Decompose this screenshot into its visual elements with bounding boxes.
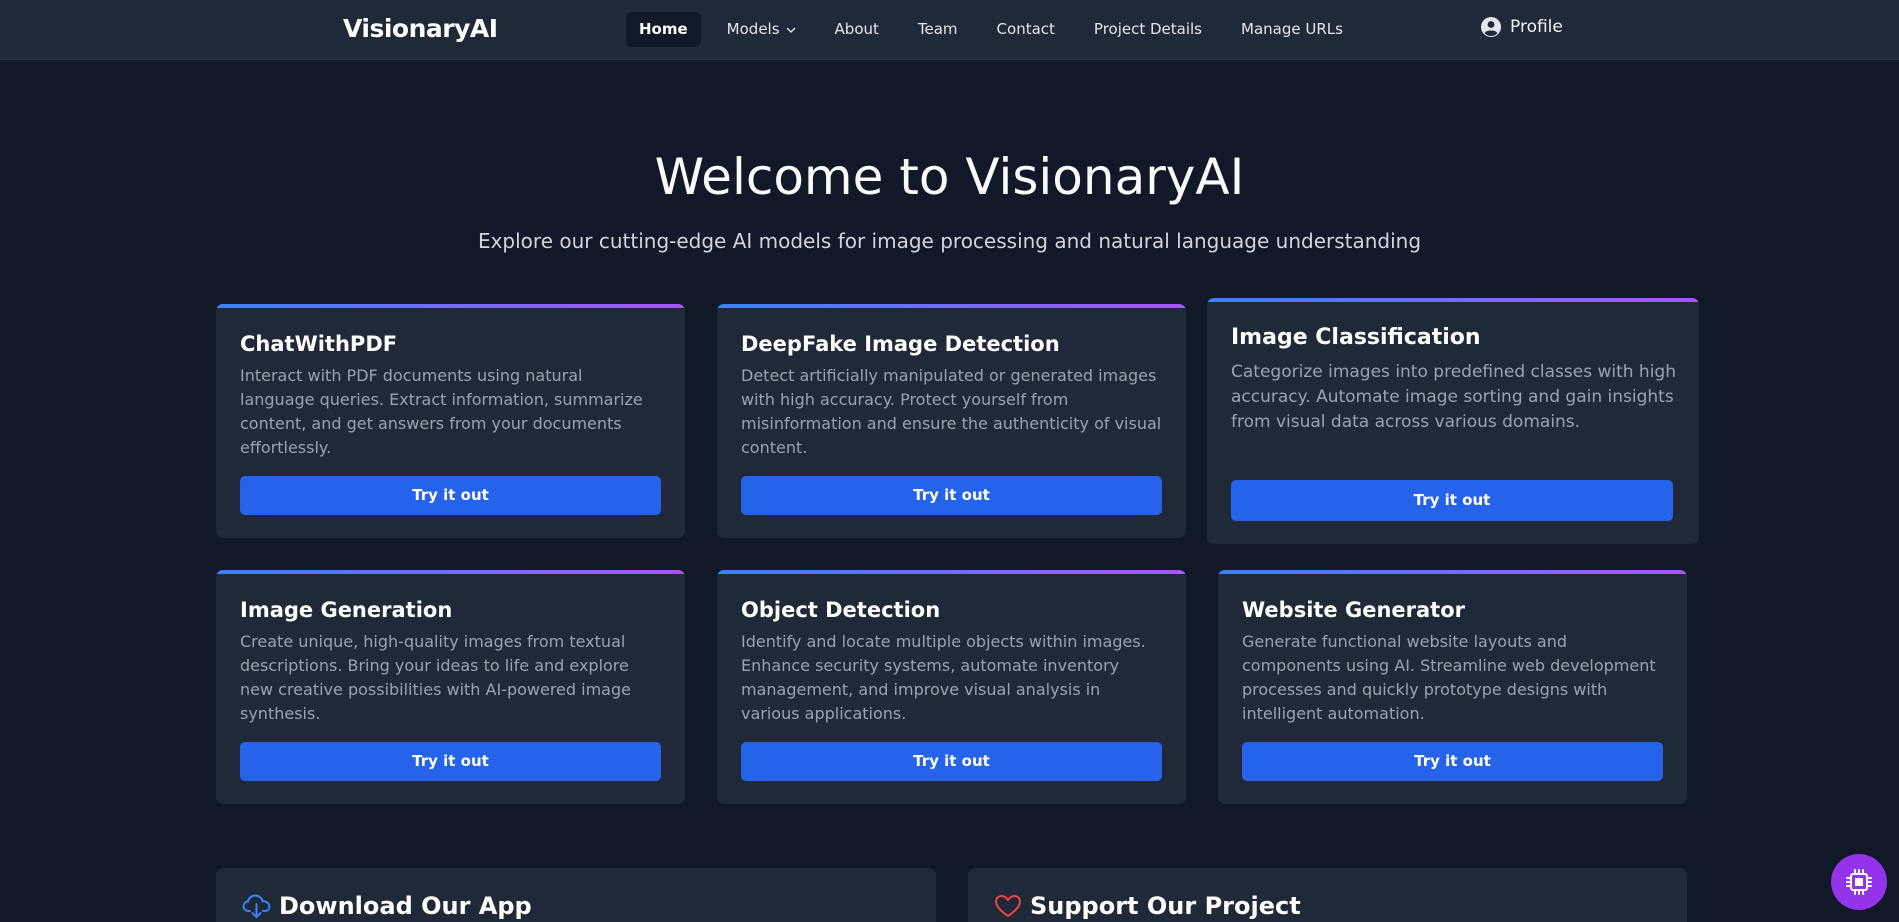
heart-icon bbox=[995, 895, 1021, 917]
support-project-heading: Support Our Project bbox=[994, 892, 1301, 920]
card-description: Create unique, high-quality images from … bbox=[240, 632, 631, 723]
nav-about[interactable]: About bbox=[822, 12, 892, 47]
nav-contact-label: Contact bbox=[996, 20, 1055, 38]
cloud-download-icon bbox=[242, 894, 271, 918]
model-card-deepfake: DeepFake Image Detection Detect artifici… bbox=[717, 304, 1186, 538]
nav-links: Home Models About Team Contact Project D… bbox=[626, 12, 1369, 47]
model-card-website-generator: Website Generator Generate functional we… bbox=[1218, 570, 1687, 804]
try-it-out-button[interactable]: Try it out bbox=[1231, 480, 1673, 521]
card-description: Generate functional website layouts and … bbox=[1242, 632, 1656, 723]
download-app-heading: Download Our App bbox=[242, 892, 532, 920]
download-app-title: Download Our App bbox=[279, 892, 532, 920]
try-it-out-button[interactable]: Try it out bbox=[741, 742, 1162, 781]
nav-team[interactable]: Team bbox=[905, 12, 971, 47]
support-project-section: Support Our Project bbox=[968, 868, 1687, 922]
card-title: Image Classification bbox=[1231, 325, 1481, 350]
nav-team-label: Team bbox=[917, 20, 958, 38]
nav-home[interactable]: Home bbox=[626, 12, 701, 47]
nav-project-details[interactable]: Project Details bbox=[1081, 12, 1215, 47]
hero-title: Welcome to VisionaryAI bbox=[654, 148, 1245, 206]
user-circle-icon bbox=[1481, 17, 1501, 37]
card-title: Website Generator bbox=[1242, 598, 1466, 622]
nav-about-label: About bbox=[834, 20, 879, 38]
download-app-section: Download Our App bbox=[216, 868, 936, 922]
nav-models[interactable]: Models bbox=[714, 12, 809, 47]
card-title: ChatWithPDF bbox=[240, 332, 398, 356]
support-project-title: Support Our Project bbox=[1030, 892, 1301, 920]
profile-button[interactable]: Profile bbox=[1481, 17, 1563, 37]
model-card-chatwithpdf: ChatWithPDF Interact with PDF documents … bbox=[216, 304, 685, 538]
try-it-out-button[interactable]: Try it out bbox=[1242, 742, 1663, 781]
card-title: DeepFake Image Detection bbox=[741, 332, 1060, 356]
nav-project-details-label: Project Details bbox=[1093, 20, 1202, 38]
hero-subtitle: Explore our cutting-edge AI models for i… bbox=[477, 229, 1422, 253]
navbar: VisionaryAI Home Models About Team Conta… bbox=[0, 0, 1899, 60]
card-description: Categorize images into predefined classe… bbox=[1231, 362, 1676, 432]
nav-models-label: Models bbox=[726, 20, 780, 38]
chevron-down-icon bbox=[786, 27, 796, 33]
brand-logo[interactable]: VisionaryAI bbox=[343, 14, 498, 43]
try-it-out-button[interactable]: Try it out bbox=[240, 476, 661, 515]
try-it-out-button[interactable]: Try it out bbox=[240, 742, 661, 781]
try-it-out-button[interactable]: Try it out bbox=[741, 476, 1162, 515]
card-title: Object Detection bbox=[741, 598, 941, 622]
nav-manage-urls[interactable]: Manage URLs bbox=[1228, 12, 1356, 47]
chatbot-fab-button[interactable] bbox=[1831, 854, 1887, 910]
nav-home-label: Home bbox=[639, 20, 688, 38]
card-description: Detect artificially manipulated or gener… bbox=[741, 366, 1162, 457]
model-card-object-detection: Object Detection Identify and locate mul… bbox=[717, 570, 1186, 804]
model-card-image-generation: Image Generation Create unique, high-qua… bbox=[216, 570, 685, 804]
profile-label: Profile bbox=[1510, 17, 1563, 37]
model-card-image-classification: Image Classification Categorize images i… bbox=[1207, 298, 1699, 544]
nav-manage-urls-label: Manage URLs bbox=[1241, 20, 1343, 38]
chip-icon bbox=[1846, 869, 1872, 895]
card-description: Identify and locate multiple objects wit… bbox=[741, 632, 1146, 723]
card-description: Interact with PDF documents using natura… bbox=[240, 366, 643, 457]
card-title: Image Generation bbox=[240, 598, 453, 622]
nav-contact[interactable]: Contact bbox=[984, 12, 1068, 47]
